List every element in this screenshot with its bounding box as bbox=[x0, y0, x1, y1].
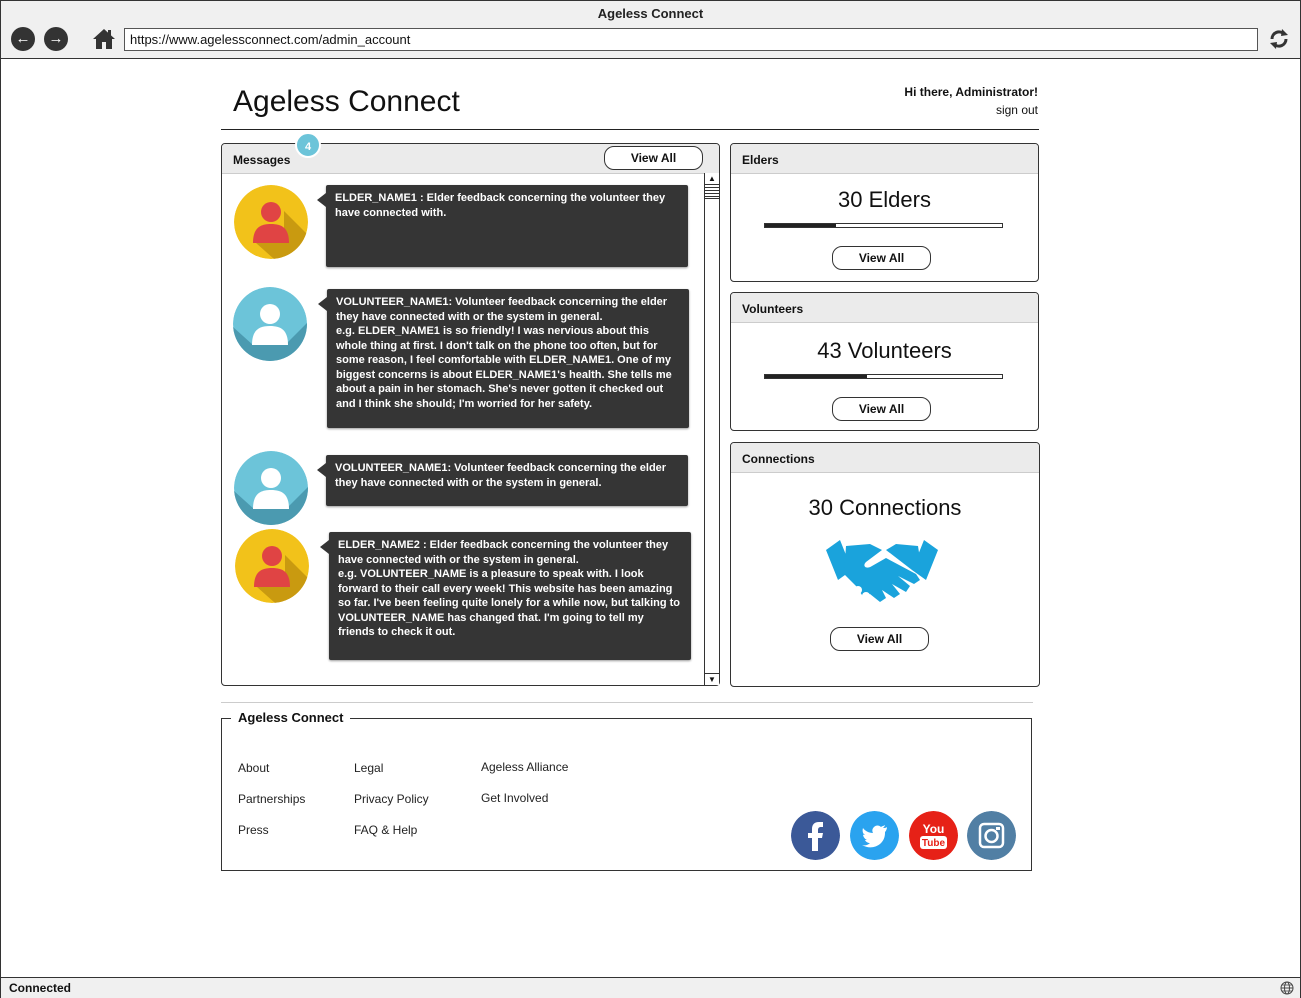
page-title: Ageless Connect bbox=[233, 85, 460, 118]
elders-progress-fill bbox=[765, 224, 837, 227]
elder-avatar bbox=[235, 529, 309, 603]
elders-panel: Elders 30 Elders View All bbox=[730, 143, 1039, 282]
volunteer-avatar bbox=[234, 451, 308, 525]
footer-box bbox=[221, 718, 1032, 871]
refresh-icon[interactable] bbox=[1267, 27, 1291, 51]
facebook-icon[interactable] bbox=[791, 811, 840, 860]
footer-link-legal[interactable]: Legal bbox=[354, 761, 383, 775]
back-arrow-icon[interactable]: ← bbox=[11, 27, 35, 51]
footer-link-partnerships[interactable]: Partnerships bbox=[238, 792, 305, 806]
svg-text:Tube: Tube bbox=[922, 838, 946, 849]
footer-link-ageless-alliance[interactable]: Ageless Alliance bbox=[481, 760, 568, 774]
connections-panel: Connections 30 Connections View All bbox=[730, 442, 1040, 687]
message-bubble[interactable]: VOLUNTEER_NAME1: Volunteer feedback conc… bbox=[317, 455, 688, 506]
greeting-text: Hi there, Administrator! bbox=[904, 85, 1038, 99]
messages-scrollbar[interactable]: ▲ ▼ bbox=[704, 173, 719, 685]
footer-link-press[interactable]: Press bbox=[238, 823, 269, 837]
volunteers-title: Volunteers bbox=[731, 293, 1038, 323]
connections-view-all-button[interactable]: View All bbox=[830, 627, 929, 651]
url-bar[interactable]: https://www.agelessconnect.com/admin_acc… bbox=[124, 28, 1258, 51]
status-text: Connected bbox=[9, 981, 72, 995]
scroll-thumb[interactable] bbox=[705, 185, 719, 199]
header-divider bbox=[221, 129, 1039, 130]
volunteers-count: 43 Volunteers bbox=[817, 338, 952, 363]
instagram-icon[interactable] bbox=[967, 811, 1016, 860]
browser-toolbar: Ageless Connect ← → https://www.agelessc… bbox=[1, 1, 1300, 59]
messages-view-all-button[interactable]: View All bbox=[604, 146, 703, 170]
footer-divider bbox=[221, 702, 1033, 703]
elder-avatar bbox=[234, 185, 308, 259]
message-bubble[interactable]: VOLUNTEER_NAME1: Volunteer feedback conc… bbox=[318, 289, 689, 428]
elders-progress-bar bbox=[764, 223, 1003, 228]
elders-view-all-button[interactable]: View All bbox=[832, 246, 931, 270]
volunteers-view-all-button[interactable]: View All bbox=[832, 397, 931, 421]
forward-arrow-icon[interactable]: → bbox=[44, 27, 68, 51]
footer-title: Ageless Connect bbox=[231, 710, 351, 725]
twitter-icon[interactable] bbox=[850, 811, 899, 860]
window-title: Ageless Connect bbox=[597, 6, 704, 21]
elders-title: Elders bbox=[731, 144, 1038, 174]
connections-title: Connections bbox=[731, 443, 1039, 473]
volunteers-progress-bar bbox=[764, 374, 1003, 379]
youtube-icon[interactable]: You Tube bbox=[909, 811, 958, 860]
volunteers-panel: Volunteers 43 Volunteers View All bbox=[730, 292, 1039, 431]
home-icon[interactable] bbox=[92, 27, 116, 51]
footer-link-faq-help[interactable]: FAQ & Help bbox=[354, 823, 417, 837]
browser-window: Ageless Connect ← → https://www.agelessc… bbox=[0, 0, 1301, 998]
signout-link[interactable]: sign out bbox=[938, 103, 1038, 117]
globe-icon bbox=[1280, 981, 1294, 995]
volunteers-progress-fill bbox=[765, 375, 867, 378]
svg-text:You: You bbox=[923, 822, 945, 836]
elders-count: 30 Elders bbox=[838, 187, 931, 212]
footer-link-privacy-policy[interactable]: Privacy Policy bbox=[354, 792, 429, 806]
scroll-up-arrow-icon[interactable]: ▲ bbox=[705, 173, 719, 185]
footer-link-get-involved[interactable]: Get Involved bbox=[481, 791, 548, 805]
status-bar: Connected bbox=[1, 977, 1300, 998]
connections-count: 30 Connections bbox=[808, 495, 962, 520]
message-bubble[interactable]: ELDER_NAME1 : Elder feedback concerning … bbox=[317, 185, 688, 267]
footer-link-about[interactable]: About bbox=[238, 761, 269, 775]
scroll-down-arrow-icon[interactable]: ▼ bbox=[705, 673, 719, 685]
volunteer-avatar bbox=[233, 287, 307, 361]
message-bubble[interactable]: ELDER_NAME2 : Elder feedback concerning … bbox=[320, 532, 691, 660]
message-count-badge: 4 bbox=[295, 132, 321, 158]
handshake-icon bbox=[826, 540, 938, 605]
